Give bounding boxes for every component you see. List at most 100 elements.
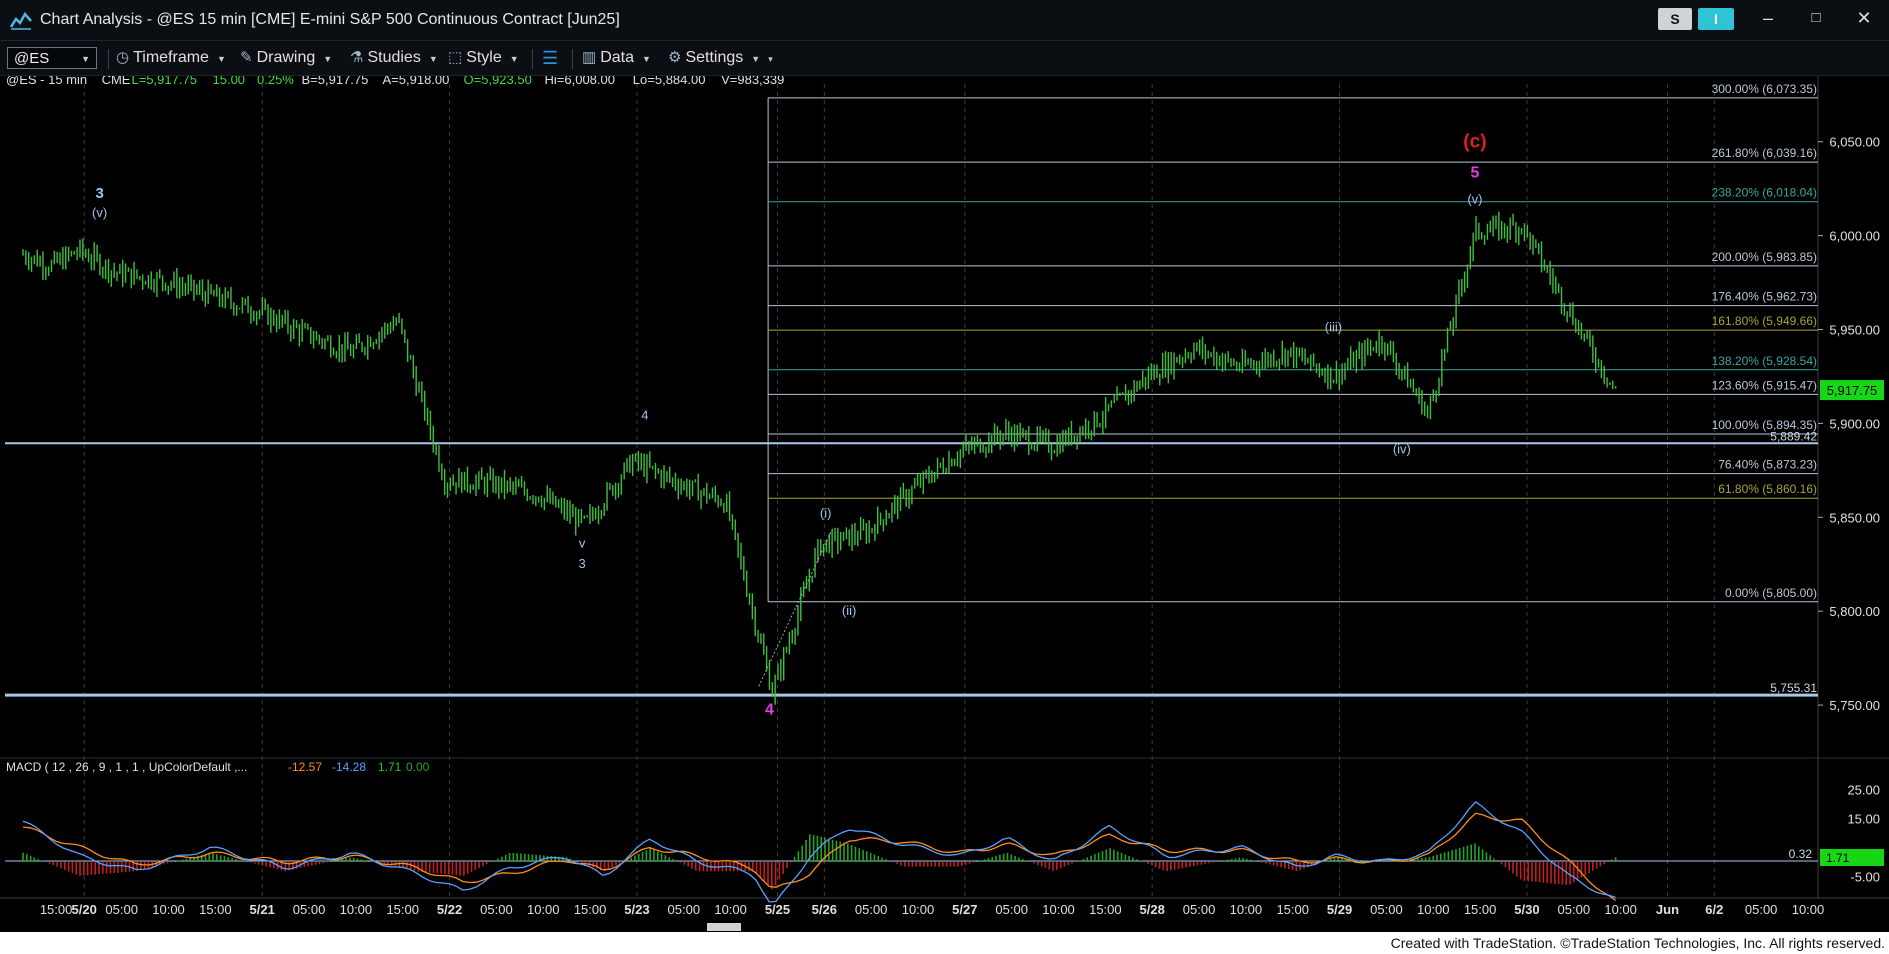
close-button[interactable]: ✕ [1844,4,1884,32]
price-axis-label: 5,900.00 [1829,416,1880,431]
time-axis-label: 5/25 [765,902,790,917]
macd-name: MACD ( 12 , 26 , 9 , 1 , 1 , UpColorDefa… [6,760,247,774]
window-title: Chart Analysis - @ES 15 min [CME] E-mini… [40,11,620,28]
info-line-value: O=5,923.50 [464,76,532,87]
fib-level-label: 0.00% (5,805.00) [1725,586,1817,600]
timeframe-menu[interactable]: ◷ Timeframe ▼ [116,47,226,69]
time-axis-label: 05:00 [105,902,138,917]
style-menu[interactable]: ⬚ Style ▼ [448,47,519,69]
wave-label: 3 [578,556,585,571]
chart-canvas[interactable]: @ES - 15 min CME L=5,917.75 15.00 0.25% B=5,9… [0,76,1889,954]
time-axis-label: 05:00 [668,902,701,917]
time-axis-label: 05:00 [1745,902,1778,917]
time-axis-label: 15:00 [1089,902,1122,917]
chevron-down-icon: ▾ [768,54,773,64]
info-line-value: A=5,918.00 [383,76,450,87]
data-menu[interactable]: ▥ Data ▼ [582,47,651,69]
wave-label: (c) [1463,131,1486,152]
price-axis-label: 5,850.00 [1829,510,1880,525]
chevron-down-icon: ▼ [641,54,651,64]
wave-label: (v) [1467,192,1482,207]
pencil-icon: ✎ [240,49,253,66]
drawing-label: Drawing [256,49,316,66]
macd-signal-value: -14.28 [332,760,366,774]
time-axis-label: 10:00 [527,902,560,917]
fib-level-label: 61.80% (5,860.16) [1718,482,1817,496]
wave-label: 4 [641,408,648,423]
title-bar: Chart Analysis - @ES 15 min [CME] E-mini… [0,0,1889,41]
time-axis-label: 5/27 [952,902,977,917]
wave-label: (iv) [1393,441,1411,456]
time-axis-label: 6/2 [1705,902,1723,917]
time-axis-label: 15:00 [1464,902,1497,917]
timeframe-label: Timeframe [133,49,209,66]
time-axis-label: 10:00 [902,902,935,917]
wave-label: (ii) [842,603,856,618]
chevron-down-icon: ▼ [509,54,519,64]
studies-menu[interactable]: ⚗ Studies ▼ [350,47,438,69]
footer-credit: Created with TradeStation. ©TradeStation… [1390,935,1885,951]
symbol-value: @ES [14,50,50,67]
time-axis-label: 10:00 [1230,902,1263,917]
time-axis-label: 05:00 [480,902,513,917]
time-axis-label: 05:00 [855,902,888,917]
time-axis-label: 10:00 [714,902,747,917]
fib-level-label: 138.20% (5,928.54) [1712,354,1817,368]
info-line-value: B=5,917.75 [302,76,369,87]
studies-label: Studies [367,49,421,66]
macd-axis-label: 25.00 [1847,782,1880,797]
toolbar-divider [572,49,573,69]
toolbar-divider [108,49,109,69]
clock-icon: ◷ [116,49,130,66]
chevron-down-icon[interactable]: ▼ [81,48,90,70]
macd-axis-label: -5.00 [1850,869,1880,884]
time-axis-label: 15:00 [1276,902,1309,917]
last-price-label: 5,917.75 [1827,383,1878,398]
macd-hist-value: 1.71 [378,760,402,774]
symbol-input[interactable]: @ES ▼ [7,47,97,69]
chevron-down-icon: ▼ [216,54,226,64]
wave-label: 3 [95,185,103,202]
info-line-value: @ES - 15 min [6,76,87,87]
drawing-menu[interactable]: ✎ Drawing ▼ [240,47,332,69]
chevron-down-icon: ▼ [751,54,761,64]
time-axis-label: 5/23 [624,902,649,917]
fib-level-label: 76.40% (5,873.23) [1718,458,1817,472]
layout-icon[interactable]: ☰ [542,47,558,69]
time-axis-label: 5/30 [1514,902,1539,917]
macd-extra-value: 0.00 [406,760,430,774]
s-button[interactable]: S [1658,8,1692,30]
chevron-down-icon: ▼ [428,54,438,64]
settings-menu[interactable]: ⚙ Settings ▼ ▾ [668,47,773,69]
time-axis-label: 15:00 [199,902,232,917]
time-axis-label: 10:00 [1792,902,1825,917]
toolbar: @ES ▼ ◷ Timeframe ▼ ✎ Drawing ▼ ⚗ Studies ▼ ⬚ S… [0,41,1889,76]
info-line-value: L=5,917.75 [132,76,197,87]
time-axis-label: 5/22 [437,902,462,917]
info-line-value: Hi=6,008.00 [545,76,615,87]
flask-icon: ⚗ [350,49,364,66]
time-axis-label: 5/26 [812,902,837,917]
time-axis-label: 10:00 [1042,902,1075,917]
time-scroll-thumb[interactable] [707,923,741,931]
time-axis-label: 10:00 [152,902,185,917]
macd-last-label: 1.71 [1826,851,1850,865]
time-axis-label: 05:00 [1370,902,1403,917]
macd-zero-label: 0.32 [1789,847,1813,861]
fib-level-label: 238.20% (6,018.04) [1712,186,1817,200]
time-axis-label: 5/21 [250,902,275,917]
time-axis-label: 05:00 [293,902,326,917]
style-icon: ⬚ [448,49,463,66]
price-axis-label: 6,050.00 [1829,135,1880,150]
minimize-button[interactable]: – [1748,4,1788,32]
price-axis-label: 5,750.00 [1829,698,1880,713]
fib-level-label: 161.80% (5,949.66) [1712,314,1817,328]
info-line-value: 0.25% [257,76,294,87]
time-axis-label: 10:00 [1417,902,1450,917]
data-label: Data [600,49,634,66]
i-button[interactable]: I [1698,8,1734,30]
time-axis-label: 15:00 [40,902,73,917]
settings-label: Settings [685,49,744,66]
chart-area[interactable]: @ES - 15 min CME L=5,917.75 15.00 0.25% B=5,9… [0,76,1889,954]
maximize-button[interactable]: □ [1796,4,1836,32]
